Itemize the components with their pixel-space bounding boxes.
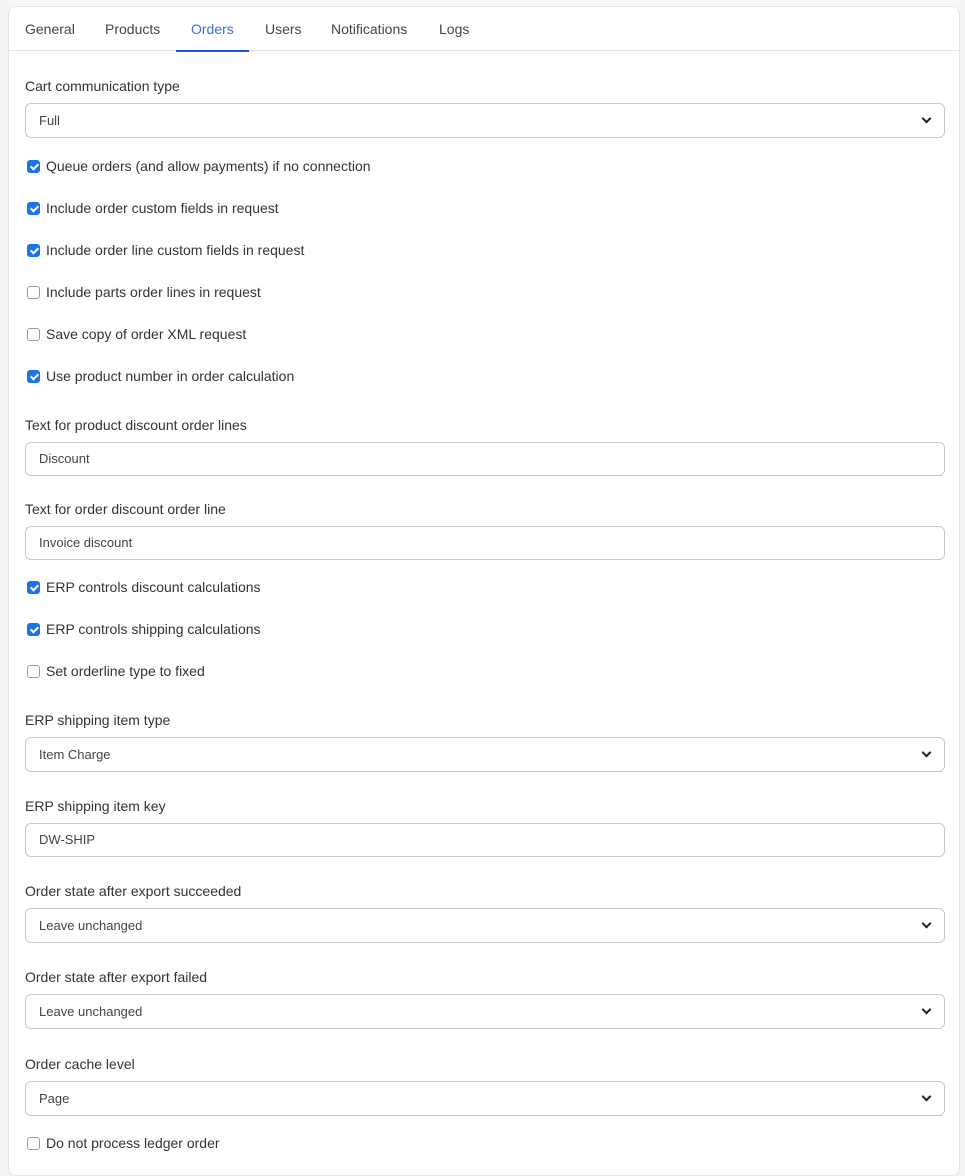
chevron-down-icon: [921, 1091, 932, 1101]
erp-shipping-item-type-select[interactable]: Item Charge: [25, 737, 945, 772]
checkbox-label: ERP controls discount calculations: [46, 579, 261, 595]
checkbox-icon[interactable]: [27, 369, 40, 383]
tab-general[interactable]: General: [25, 7, 75, 51]
order-state-succeeded-label: Order state after export succeeded: [25, 883, 242, 899]
checkbox-icon[interactable]: [27, 243, 40, 257]
checkbox-queue-orders[interactable]: Queue orders (and allow payments) if no …: [27, 156, 371, 176]
product-discount-text-value: Discount: [39, 451, 90, 466]
erp-shipping-item-type-label: ERP shipping item type: [25, 712, 171, 728]
checkbox-orderline-type-fixed[interactable]: Set orderline type to fixed: [27, 661, 205, 681]
checkbox-include-parts-order-lines[interactable]: Include parts order lines in request: [27, 282, 261, 302]
checkbox-erp-discount-calculations[interactable]: ERP controls discount calculations: [27, 577, 261, 597]
order-discount-text-input[interactable]: Invoice discount: [25, 526, 945, 560]
checkbox-label: Queue orders (and allow payments) if no …: [46, 158, 371, 174]
tab-products[interactable]: Products: [105, 7, 160, 51]
erp-shipping-item-key-label: ERP shipping item key: [25, 798, 166, 814]
checkbox-label: Save copy of order XML request: [46, 326, 247, 342]
erp-shipping-item-key-value: DW-SHIP: [39, 832, 96, 847]
checkbox-use-product-number[interactable]: Use product number in order calculation: [27, 366, 294, 386]
order-discount-text-label: Text for order discount order line: [25, 501, 226, 517]
order-cache-level-label: Order cache level: [25, 1056, 135, 1072]
erp-shipping-item-type-value: Item Charge: [39, 747, 111, 762]
checkbox-label: Include order line custom fields in requ…: [46, 242, 305, 258]
order-cache-level-value: Page: [39, 1091, 70, 1106]
product-discount-text-input[interactable]: Discount: [25, 442, 945, 476]
checkbox-label: ERP controls shipping calculations: [46, 621, 261, 637]
order-state-failed-label: Order state after export failed: [25, 969, 208, 985]
checkbox-erp-shipping-calculations[interactable]: ERP controls shipping calculations: [27, 619, 261, 639]
chevron-down-icon: [921, 1004, 932, 1014]
tab-notifications[interactable]: Notifications: [331, 7, 407, 51]
checkbox-label: Set orderline type to fixed: [46, 663, 205, 679]
checkbox-save-copy-xml[interactable]: Save copy of order XML request: [27, 324, 246, 344]
checkbox-icon[interactable]: [27, 159, 40, 173]
cart-communication-type-select[interactable]: Full: [25, 103, 945, 138]
checkbox-icon[interactable]: [27, 1136, 40, 1150]
checkbox-icon[interactable]: [27, 580, 40, 594]
chevron-down-icon: [921, 918, 932, 928]
cart-communication-type-value: Full: [39, 113, 60, 128]
order-state-succeeded-select[interactable]: Leave unchanged: [25, 908, 945, 943]
order-cache-level-select[interactable]: Page: [25, 1081, 945, 1116]
order-state-failed-value: Leave unchanged: [39, 1004, 143, 1019]
checkbox-include-order-line-custom-fields[interactable]: Include order line custom fields in requ…: [27, 240, 304, 260]
checkbox-include-order-custom-fields[interactable]: Include order custom fields in request: [27, 198, 279, 218]
chevron-down-icon: [921, 747, 932, 757]
order-state-succeeded-value: Leave unchanged: [39, 918, 143, 933]
checkbox-do-not-process-ledger[interactable]: Do not process ledger order: [27, 1133, 220, 1153]
chevron-down-icon: [921, 113, 932, 123]
settings-card: General Products Orders Users Notificati…: [8, 6, 960, 1176]
checkbox-label: Include order custom fields in request: [46, 200, 279, 216]
checkbox-icon[interactable]: [27, 201, 40, 215]
erp-shipping-item-key-input[interactable]: DW-SHIP: [25, 823, 945, 857]
cart-communication-type-label: Cart communication type: [25, 78, 180, 94]
order-state-failed-select[interactable]: Leave unchanged: [25, 994, 945, 1029]
order-discount-text-value: Invoice discount: [39, 535, 133, 550]
tab-logs[interactable]: Logs: [439, 7, 469, 51]
tab-users[interactable]: Users: [265, 7, 302, 51]
product-discount-text-label: Text for product discount order lines: [25, 417, 247, 433]
checkbox-label: Do not process ledger order: [46, 1135, 220, 1151]
checkbox-icon[interactable]: [27, 664, 40, 678]
checkbox-icon[interactable]: [27, 327, 40, 341]
tab-orders[interactable]: Orders: [176, 7, 249, 52]
tab-bar: General Products Orders Users Notificati…: [9, 7, 959, 52]
checkbox-icon[interactable]: [27, 622, 40, 636]
checkbox-label: Use product number in order calculation: [46, 368, 295, 384]
checkbox-icon[interactable]: [27, 285, 40, 299]
checkbox-label: Include parts order lines in request: [46, 284, 261, 300]
